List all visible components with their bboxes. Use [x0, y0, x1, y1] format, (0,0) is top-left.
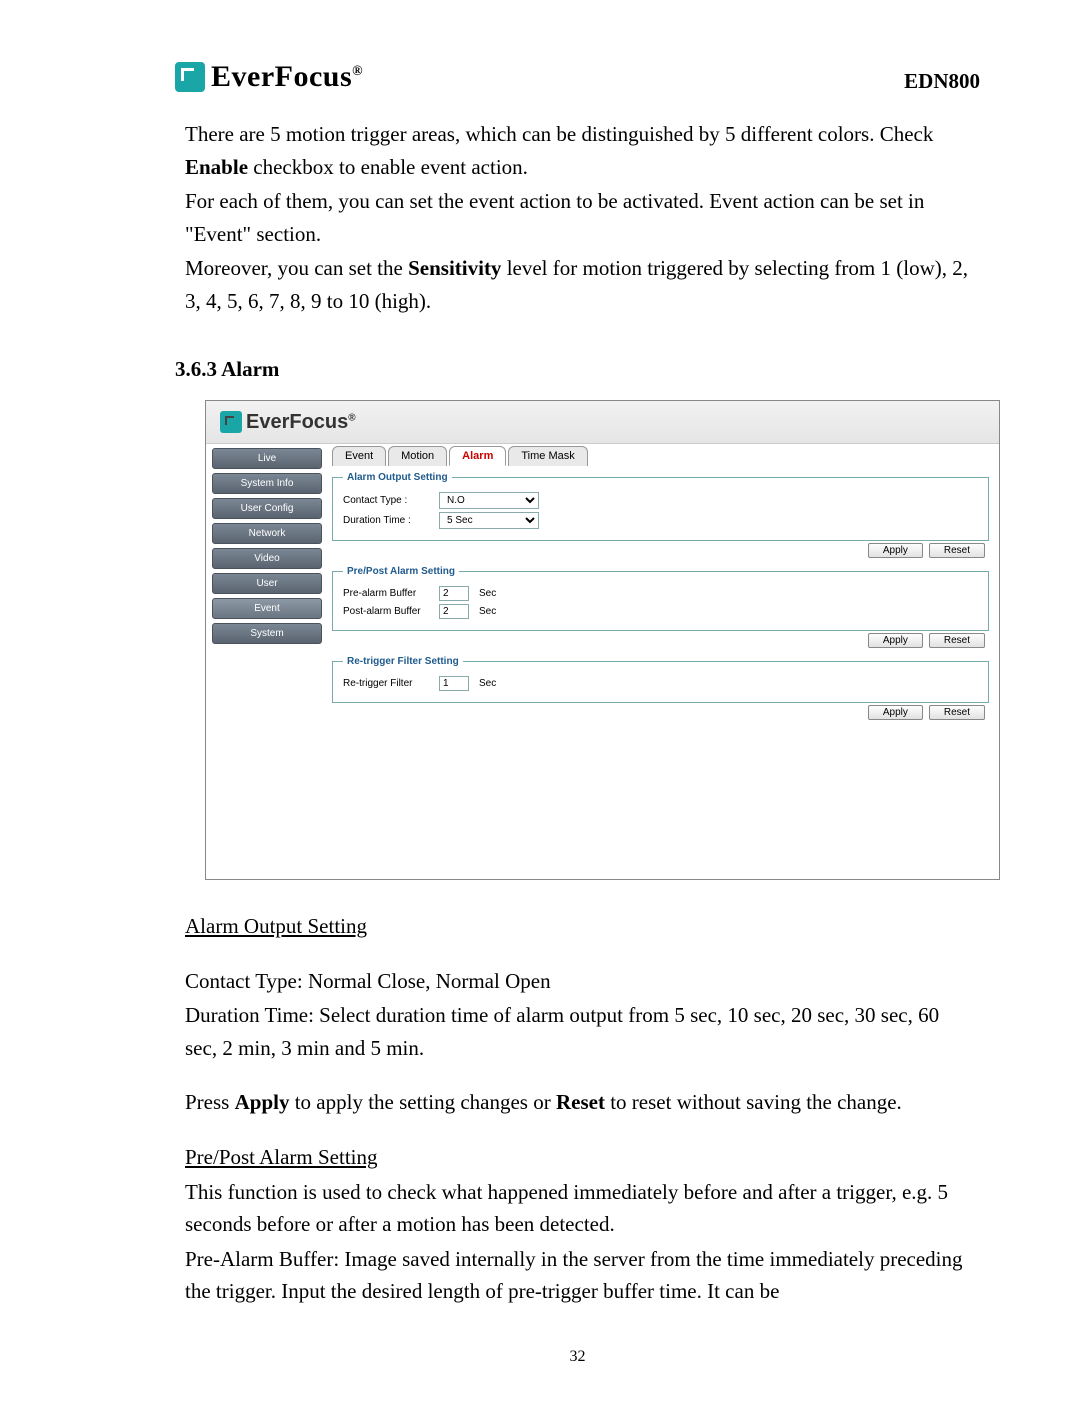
sidebar: Live System Info User Config Network Vid… — [206, 444, 328, 880]
sidebar-item-systeminfo[interactable]: System Info — [212, 473, 322, 494]
h-output: Alarm Output Setting — [185, 910, 970, 943]
section-title: 3.6.3 Alarm — [175, 357, 980, 382]
apply-button-1[interactable]: Apply — [868, 543, 923, 558]
post-buffer-input[interactable] — [439, 604, 469, 619]
p-applyreset: Press Apply to apply the setting changes… — [185, 1086, 970, 1119]
p-duration: Duration Time: Select duration time of a… — [185, 999, 970, 1064]
duration-label: Duration Time : — [343, 515, 433, 526]
app-header: EverFocus® — [206, 401, 999, 444]
sidebar-item-user[interactable]: User — [212, 573, 322, 594]
sidebar-item-event[interactable]: Event — [212, 598, 322, 619]
brand-logo: EverFocus® — [175, 60, 363, 94]
pre-buffer-input[interactable] — [439, 586, 469, 601]
tab-bar: Event Motion Alarm Time Mask — [332, 446, 989, 466]
sidebar-item-live[interactable]: Live — [212, 448, 322, 469]
intro-p2: For each of them, you can set the event … — [185, 185, 970, 250]
fs-output: Alarm Output Setting Contact Type : N.O … — [332, 472, 989, 541]
doc-header: EverFocus® EDN800 — [175, 60, 980, 94]
pre-unit: Sec — [479, 588, 496, 599]
fs-prepost: Pre/Post Alarm Setting Pre-alarm Buffer … — [332, 566, 989, 631]
duration-select[interactable]: 5 Sec — [439, 512, 539, 529]
main-panel: Event Motion Alarm Time Mask Alarm Outpu… — [328, 444, 999, 880]
post-unit: Sec — [479, 606, 496, 617]
intro-p1: There are 5 motion trigger areas, which … — [185, 118, 970, 183]
brand-icon — [175, 62, 205, 92]
pre-buffer-label: Pre-alarm Buffer — [343, 588, 433, 599]
reset-button-3[interactable]: Reset — [929, 705, 985, 720]
fs-output-legend: Alarm Output Setting — [343, 472, 452, 483]
intro-p3: Moreover, you can set the Sensitivity le… — [185, 252, 970, 317]
sidebar-item-network[interactable]: Network — [212, 523, 322, 544]
apply-button-2[interactable]: Apply — [868, 633, 923, 648]
sidebar-item-userconfig[interactable]: User Config — [212, 498, 322, 519]
retrigger-input[interactable] — [439, 676, 469, 691]
p-prepost-desc: This function is used to check what happ… — [185, 1176, 970, 1241]
app-logo-icon — [220, 411, 242, 433]
fs-prepost-legend: Pre/Post Alarm Setting — [343, 566, 459, 577]
apply-button-3[interactable]: Apply — [868, 705, 923, 720]
model-label: EDN800 — [904, 69, 980, 94]
page-number: 32 — [175, 1348, 980, 1366]
reset-button-2[interactable]: Reset — [929, 633, 985, 648]
sidebar-item-system[interactable]: System — [212, 623, 322, 644]
brand-wordmark: EverFocus® — [211, 60, 363, 94]
reset-button-1[interactable]: Reset — [929, 543, 985, 558]
tab-timemask[interactable]: Time Mask — [508, 446, 587, 466]
p-contact: Contact Type: Normal Close, Normal Open — [185, 965, 970, 998]
tab-motion[interactable]: Motion — [388, 446, 447, 466]
tab-alarm[interactable]: Alarm — [449, 446, 506, 466]
app-logo: EverFocus® — [220, 411, 356, 434]
contact-type-label: Contact Type : — [343, 495, 433, 506]
retrigger-label: Re-trigger Filter — [343, 678, 433, 689]
app-window: EverFocus® Live System Info User Config … — [205, 400, 1000, 880]
sidebar-item-video[interactable]: Video — [212, 548, 322, 569]
fs-retrigger-legend: Re-trigger Filter Setting — [343, 656, 463, 667]
h-prepost: Pre/Post Alarm Setting — [185, 1141, 970, 1174]
fs-retrigger: Re-trigger Filter Setting Re-trigger Fil… — [332, 656, 989, 703]
tab-event[interactable]: Event — [332, 446, 386, 466]
retrigger-unit: Sec — [479, 678, 496, 689]
p-prealarm: Pre-Alarm Buffer: Image saved internally… — [185, 1243, 970, 1308]
contact-type-select[interactable]: N.O — [439, 492, 539, 509]
post-buffer-label: Post-alarm Buffer — [343, 606, 433, 617]
